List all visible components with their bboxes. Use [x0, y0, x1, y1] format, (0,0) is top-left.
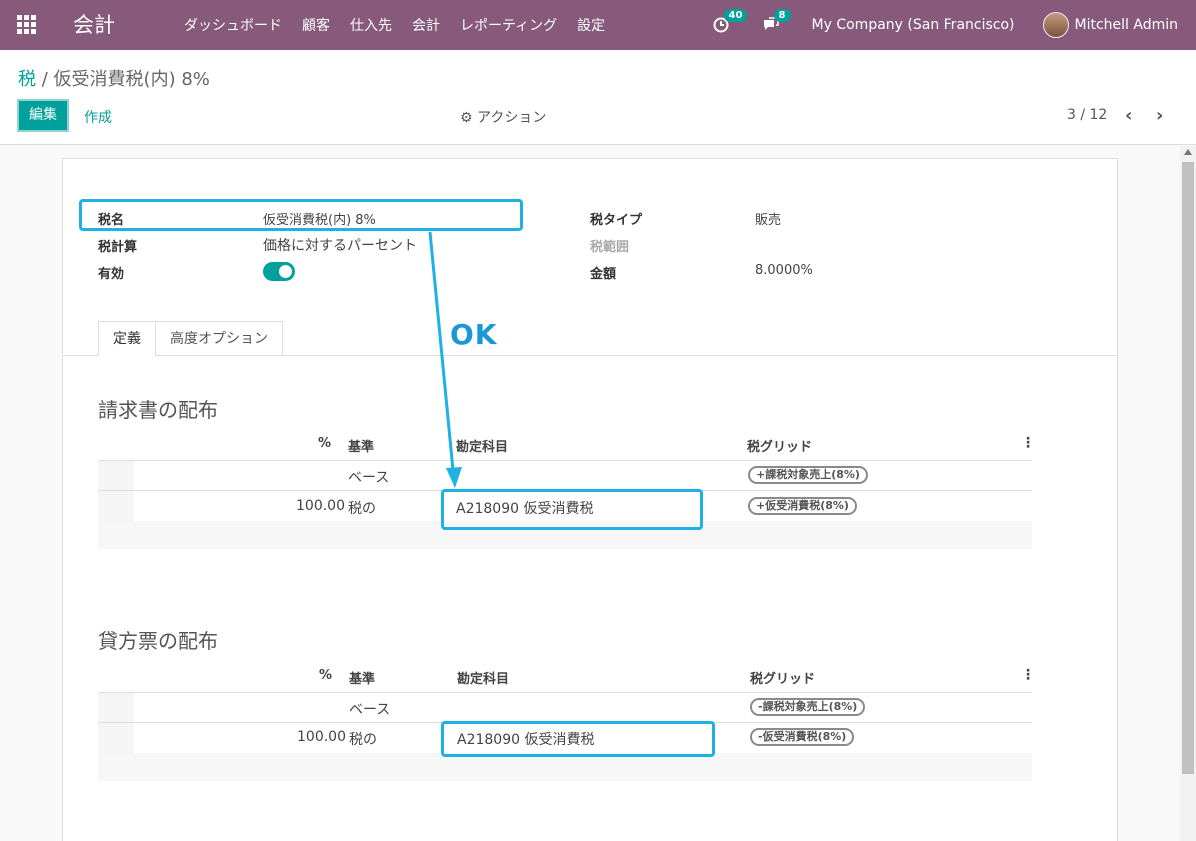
menu-settings[interactable]: 設定: [567, 15, 615, 35]
row-handle: [98, 461, 134, 490]
optional-columns-icon[interactable]: ⋮: [1021, 435, 1035, 451]
menu-accounting[interactable]: 会計: [402, 15, 450, 35]
chevron-right-icon[interactable]: ›: [1156, 105, 1163, 126]
refund-row1-base[interactable]: ベース: [349, 699, 390, 719]
menu-vendors[interactable]: 仕入先: [340, 15, 402, 35]
breadcrumb-current: 仮受消費税(内) 8%: [53, 69, 210, 90]
active-label: 有効: [98, 267, 125, 282]
breadcrumb-separator: /: [41, 69, 48, 90]
apps-menu-icon[interactable]: [17, 15, 37, 35]
chevron-left-icon[interactable]: ‹: [1125, 105, 1132, 126]
col-base[interactable]: 基準: [349, 668, 375, 687]
tax-computation-label: 税計算: [98, 240, 138, 255]
messages-badge: 8: [773, 9, 791, 22]
menu-dashboard[interactable]: ダッシュボード: [174, 15, 292, 35]
pager-value[interactable]: 3 / 12: [1067, 107, 1107, 123]
active-toggle[interactable]: [263, 262, 295, 281]
row-handle: [98, 693, 134, 722]
highlight-refund-account: [441, 721, 715, 757]
breadcrumb-parent-link[interactable]: 税: [18, 69, 36, 90]
main-menu: ダッシュボード 顧客 仕入先 会計 レポーティング 設定: [174, 0, 615, 50]
highlight-invoice-account: [441, 489, 703, 530]
add-line-row[interactable]: [98, 753, 1032, 781]
app-brand[interactable]: 会計: [73, 9, 115, 39]
tab-definition[interactable]: 定義: [98, 321, 156, 356]
tax-computation-value: 価格に対するパーセント: [263, 238, 417, 254]
refund-row2-base[interactable]: 税の: [349, 729, 377, 749]
messages-chat-icon[interactable]: 8: [762, 9, 791, 35]
tab-advanced-options[interactable]: 高度オプション: [155, 321, 283, 356]
activity-badge: 40: [723, 9, 748, 22]
navbar-right: 40 8 My Company (San Francisco) Mitchell…: [712, 0, 1196, 50]
gear-icon: ⚙: [460, 110, 473, 126]
amount-value: 8.0000%: [755, 263, 813, 278]
amount-label: 金額: [590, 267, 617, 282]
annotation-ok-label: OK: [450, 318, 498, 351]
vertical-scrollbar[interactable]: [1180, 146, 1196, 841]
invoice-row2-grid-tag[interactable]: +仮受消費税(8%): [748, 497, 857, 515]
highlight-tax-name: [79, 199, 523, 231]
col-percent[interactable]: %: [318, 436, 331, 451]
action-label: アクション: [477, 110, 547, 126]
menu-reporting[interactable]: レポーティング: [450, 15, 567, 35]
action-dropdown[interactable]: ⚙ アクション: [460, 107, 546, 127]
top-navbar: 会計 ダッシュボード 顧客 仕入先 会計 レポーティング 設定 40 8 My …: [0, 0, 1196, 50]
refund-distribution-title: 貸方票の配布: [98, 629, 218, 653]
control-panel: 税 / 仮受消費税(内) 8% 編集 作成 ⚙ アクション 3 / 12 ‹ ›: [0, 50, 1196, 145]
col-base[interactable]: 基準: [348, 436, 374, 455]
create-button[interactable]: 作成: [84, 107, 112, 127]
activity-clock-icon[interactable]: 40: [712, 9, 748, 35]
tax-type-value: 販売: [755, 213, 782, 228]
invoice-row2-base[interactable]: 税の: [348, 498, 376, 518]
tax-scope-label: 税範囲: [590, 240, 630, 255]
refund-row2-percent[interactable]: 100.00: [297, 729, 346, 745]
optional-columns-icon[interactable]: ⋮: [1021, 667, 1035, 683]
col-account[interactable]: 勘定科目: [457, 668, 509, 687]
invoice-row1-base[interactable]: ベース: [348, 467, 389, 487]
invoice-row1-grid-tag[interactable]: +課税対象売上(8%): [748, 466, 868, 484]
header-divider: [98, 460, 1032, 461]
tax-type-label: 税タイプ: [590, 213, 643, 228]
row-handle: [98, 491, 134, 521]
invoice-distribution-title: 請求書の配布: [98, 398, 218, 422]
row-handle: [98, 723, 134, 753]
user-avatar[interactable]: [1042, 12, 1069, 38]
scroll-up-arrow-icon[interactable]: [1184, 149, 1192, 155]
col-tax-grid[interactable]: 税グリッド: [747, 436, 812, 455]
breadcrumb: 税 / 仮受消費税(内) 8%: [18, 65, 210, 91]
scrollbar-thumb[interactable]: [1182, 162, 1194, 774]
menu-customers[interactable]: 顧客: [292, 15, 340, 35]
user-menu[interactable]: Mitchell Admin: [1075, 17, 1179, 33]
col-account[interactable]: 勘定科目: [456, 436, 508, 455]
col-percent[interactable]: %: [319, 668, 332, 683]
company-switcher[interactable]: My Company (San Francisco): [812, 17, 1015, 33]
invoice-row2-percent[interactable]: 100.00: [296, 498, 345, 514]
col-tax-grid[interactable]: 税グリッド: [750, 668, 815, 687]
refund-row1-grid-tag[interactable]: -課税対象売上(8%): [750, 698, 866, 716]
header-divider: [98, 692, 1032, 693]
refund-row2-grid-tag[interactable]: -仮受消費税(8%): [750, 728, 855, 746]
edit-button[interactable]: 編集: [17, 99, 69, 132]
